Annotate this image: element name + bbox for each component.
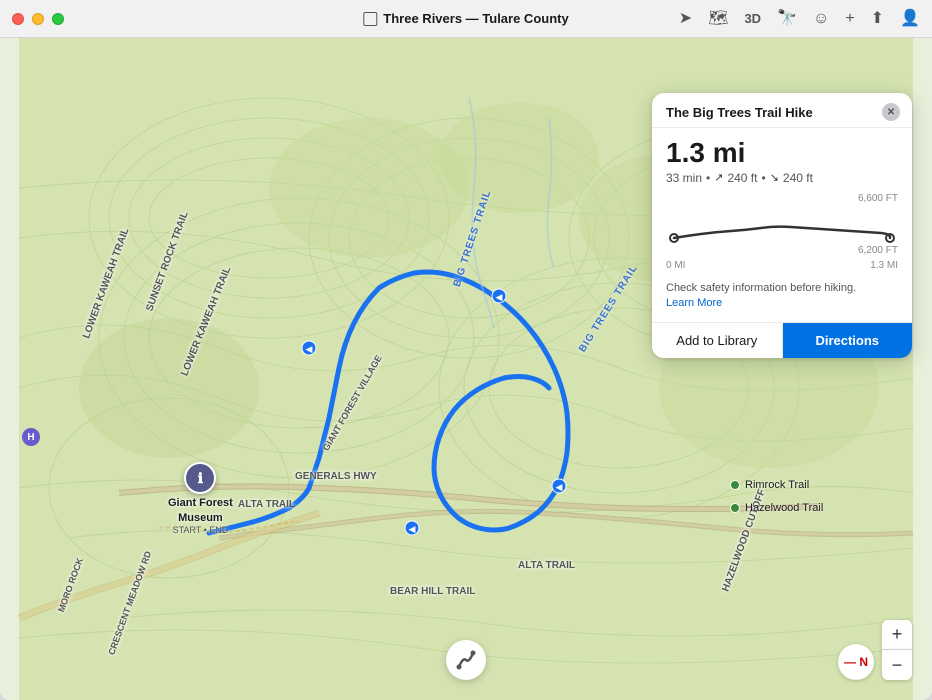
safety-text: Check safety information before hiking. — [666, 282, 856, 294]
elevation-section: 6,600 FT 6,200 FT 0 MI 1.3 MI — [652, 185, 912, 277]
miles-start: 0 MI — [666, 260, 685, 271]
museum-name: Giant Forest — [168, 496, 233, 510]
elev-down-icon: ↘ — [770, 171, 779, 184]
card-header: The Big Trees Trail Hike ✕ — [652, 93, 912, 128]
close-button[interactable] — [12, 13, 24, 25]
compass-n-label: — N — [844, 655, 868, 669]
maximize-button[interactable] — [52, 13, 64, 25]
rimrock-label: Rimrock Trail — [745, 479, 809, 491]
window-title: Three Rivers — Tulare County — [383, 11, 568, 26]
hospital-marker: H — [22, 428, 40, 446]
learn-more-link[interactable]: Learn More — [666, 297, 722, 309]
location-icon[interactable]: ➤ — [679, 11, 692, 27]
svg-text:◀: ◀ — [556, 482, 563, 492]
rimrock-trail[interactable]: Rimrock Trail — [730, 479, 809, 491]
hazelwood-label: Hazelwood Trail — [745, 502, 823, 514]
museum-name2: Museum — [168, 511, 233, 525]
route-button[interactable] — [446, 640, 486, 680]
account-icon[interactable]: 👤 — [900, 11, 920, 27]
time-detail: 33 min — [666, 171, 702, 185]
elev-high-label: 6,600 FT — [666, 193, 898, 204]
svg-text:◀: ◀ — [496, 292, 503, 302]
card-body: 1.3 mi 33 min • ↗ 240 ft • ↘ 240 ft — [652, 128, 912, 185]
window-icon — [363, 12, 377, 26]
3d-button[interactable]: 3D — [744, 12, 761, 25]
zoom-in-button[interactable]: + — [882, 620, 912, 650]
card-title: The Big Trees Trail Hike — [666, 105, 813, 120]
toolbar-right: ➤ 🗺 3D 🔭 ☺ + ⬆ 👤 — [679, 11, 920, 27]
elevation-gain: 240 ft — [727, 171, 757, 185]
rimrock-dot — [730, 480, 740, 490]
minimize-button[interactable] — [32, 13, 44, 25]
route-icon — [455, 649, 477, 671]
elevation-chart — [666, 206, 898, 251]
distance-display: 1.3 mi — [666, 138, 898, 169]
safety-note: Check safety information before hiking. … — [652, 277, 912, 322]
titlebar: Three Rivers — Tulare County ➤ 🗺 3D 🔭 ☺ … — [0, 0, 932, 38]
hazelwood-dot — [730, 503, 740, 513]
museum-pin-icon: ℹ — [184, 462, 216, 494]
trail-details: 33 min • ↗ 240 ft • ↘ 240 ft — [666, 171, 898, 185]
map-view[interactable]: ◀ ◀ ◀ ◀ BIG TREES TRAIL BIG TREES TRAIL … — [0, 38, 932, 700]
svg-text:◀: ◀ — [409, 524, 416, 534]
card-close-button[interactable]: ✕ — [882, 103, 900, 121]
compass-button[interactable]: — N — [838, 644, 874, 680]
window-title-area: Three Rivers — Tulare County — [363, 11, 568, 26]
museum-sub: START • END — [168, 525, 233, 535]
zoom-out-button[interactable]: − — [882, 650, 912, 680]
share-icon[interactable]: ⬆ — [871, 11, 884, 27]
elev-up-icon: ↗ — [714, 171, 723, 184]
add-to-library-button[interactable]: Add to Library — [652, 323, 783, 358]
museum-marker[interactable]: ℹ Giant Forest Museum START • END — [168, 462, 233, 535]
info-card: The Big Trees Trail Hike ✕ 1.3 mi 33 min… — [652, 93, 912, 358]
zoom-controls: + − — [882, 620, 912, 680]
binoculars-icon[interactable]: 🔭 — [777, 11, 797, 27]
directions-button[interactable]: Directions — [783, 323, 913, 358]
card-footer: Add to Library Directions — [652, 322, 912, 358]
app-window: Three Rivers — Tulare County ➤ 🗺 3D 🔭 ☺ … — [0, 0, 932, 700]
miles-end: 1.3 MI — [870, 260, 898, 271]
elevation-loss: 240 ft — [783, 171, 813, 185]
map-icon[interactable]: 🗺 — [708, 11, 728, 27]
svg-text:◀: ◀ — [306, 344, 313, 354]
hazelwood-trail[interactable]: Hazelwood Trail — [730, 502, 823, 514]
face-icon[interactable]: ☺ — [813, 11, 829, 27]
traffic-lights — [12, 13, 64, 25]
add-button[interactable]: + — [845, 11, 854, 27]
elevation-miles: 0 MI 1.3 MI — [666, 260, 898, 271]
